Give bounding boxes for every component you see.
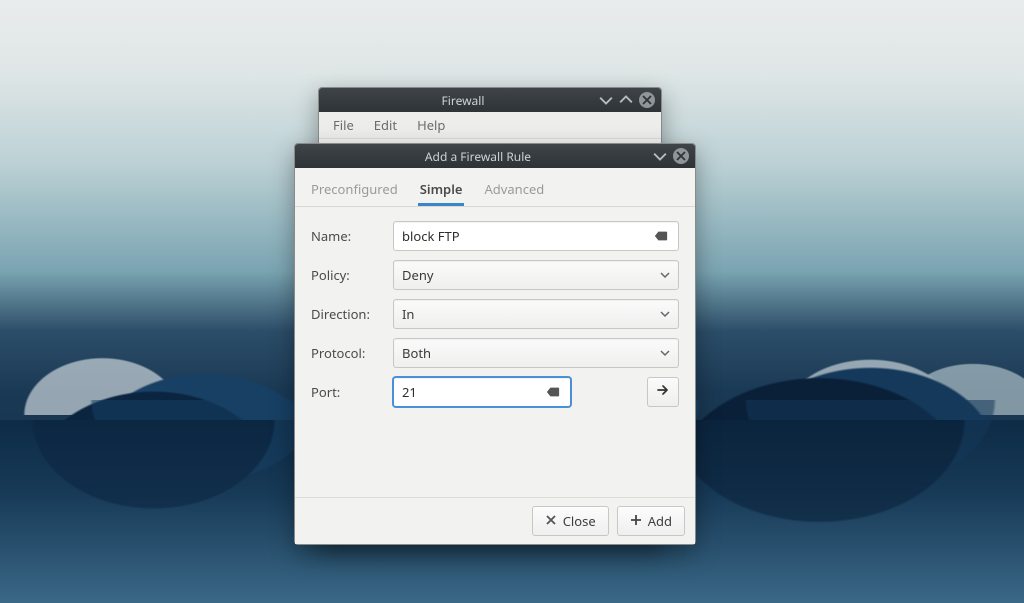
chevron-down-icon [660,305,670,323]
maximize-icon[interactable] [619,93,633,107]
close-button-label: Close [563,512,596,530]
protocol-value: Both [402,344,431,362]
policy-value: Deny [402,266,434,284]
collapse-icon[interactable] [653,149,667,163]
tab-advanced[interactable]: Advanced [482,176,546,206]
chevron-down-icon [660,266,670,284]
close-icon[interactable] [639,92,655,108]
name-field[interactable] [393,221,679,251]
port-go-button[interactable] [647,377,679,407]
label-protocol: Protocol: [311,344,383,362]
add-rule-dialog: Add a Firewall Rule Preconfigured Simple… [294,143,696,545]
tab-simple[interactable]: Simple [418,176,465,206]
name-input[interactable] [402,227,652,245]
x-icon [545,512,557,530]
close-icon[interactable] [673,148,689,164]
firewall-menubar: File Edit Help [319,112,661,139]
minimize-icon[interactable] [599,93,613,107]
add-rule-titlebar[interactable]: Add a Firewall Rule [295,144,695,168]
label-policy: Policy: [311,266,383,284]
close-button[interactable]: Close [532,506,609,536]
dialog-buttonbar: Close Add [295,497,695,544]
add-rule-title: Add a Firewall Rule [303,148,653,165]
port-input[interactable] [402,383,544,401]
label-direction: Direction: [311,305,383,323]
clear-icon[interactable] [652,227,670,245]
firewall-titlebar[interactable]: Firewall [319,88,661,112]
port-field[interactable] [393,377,571,407]
protocol-select[interactable]: Both [393,338,679,368]
direction-value: In [402,305,414,323]
add-button-label: Add [648,512,672,530]
clear-icon[interactable] [544,383,562,401]
label-port: Port: [311,383,383,401]
plus-icon [630,512,642,530]
rule-form: Name: Policy: Deny Direction: In [295,207,695,415]
rule-tabs: Preconfigured Simple Advanced [295,168,695,207]
menu-file[interactable]: File [325,113,362,137]
firewall-window-title: Firewall [327,92,599,109]
menu-edit[interactable]: Edit [366,113,405,137]
tab-preconfigured[interactable]: Preconfigured [309,176,400,206]
label-name: Name: [311,227,383,245]
menu-help[interactable]: Help [409,113,453,137]
arrow-right-icon [656,383,670,401]
add-button[interactable]: Add [617,506,685,536]
chevron-down-icon [660,344,670,362]
direction-select[interactable]: In [393,299,679,329]
policy-select[interactable]: Deny [393,260,679,290]
